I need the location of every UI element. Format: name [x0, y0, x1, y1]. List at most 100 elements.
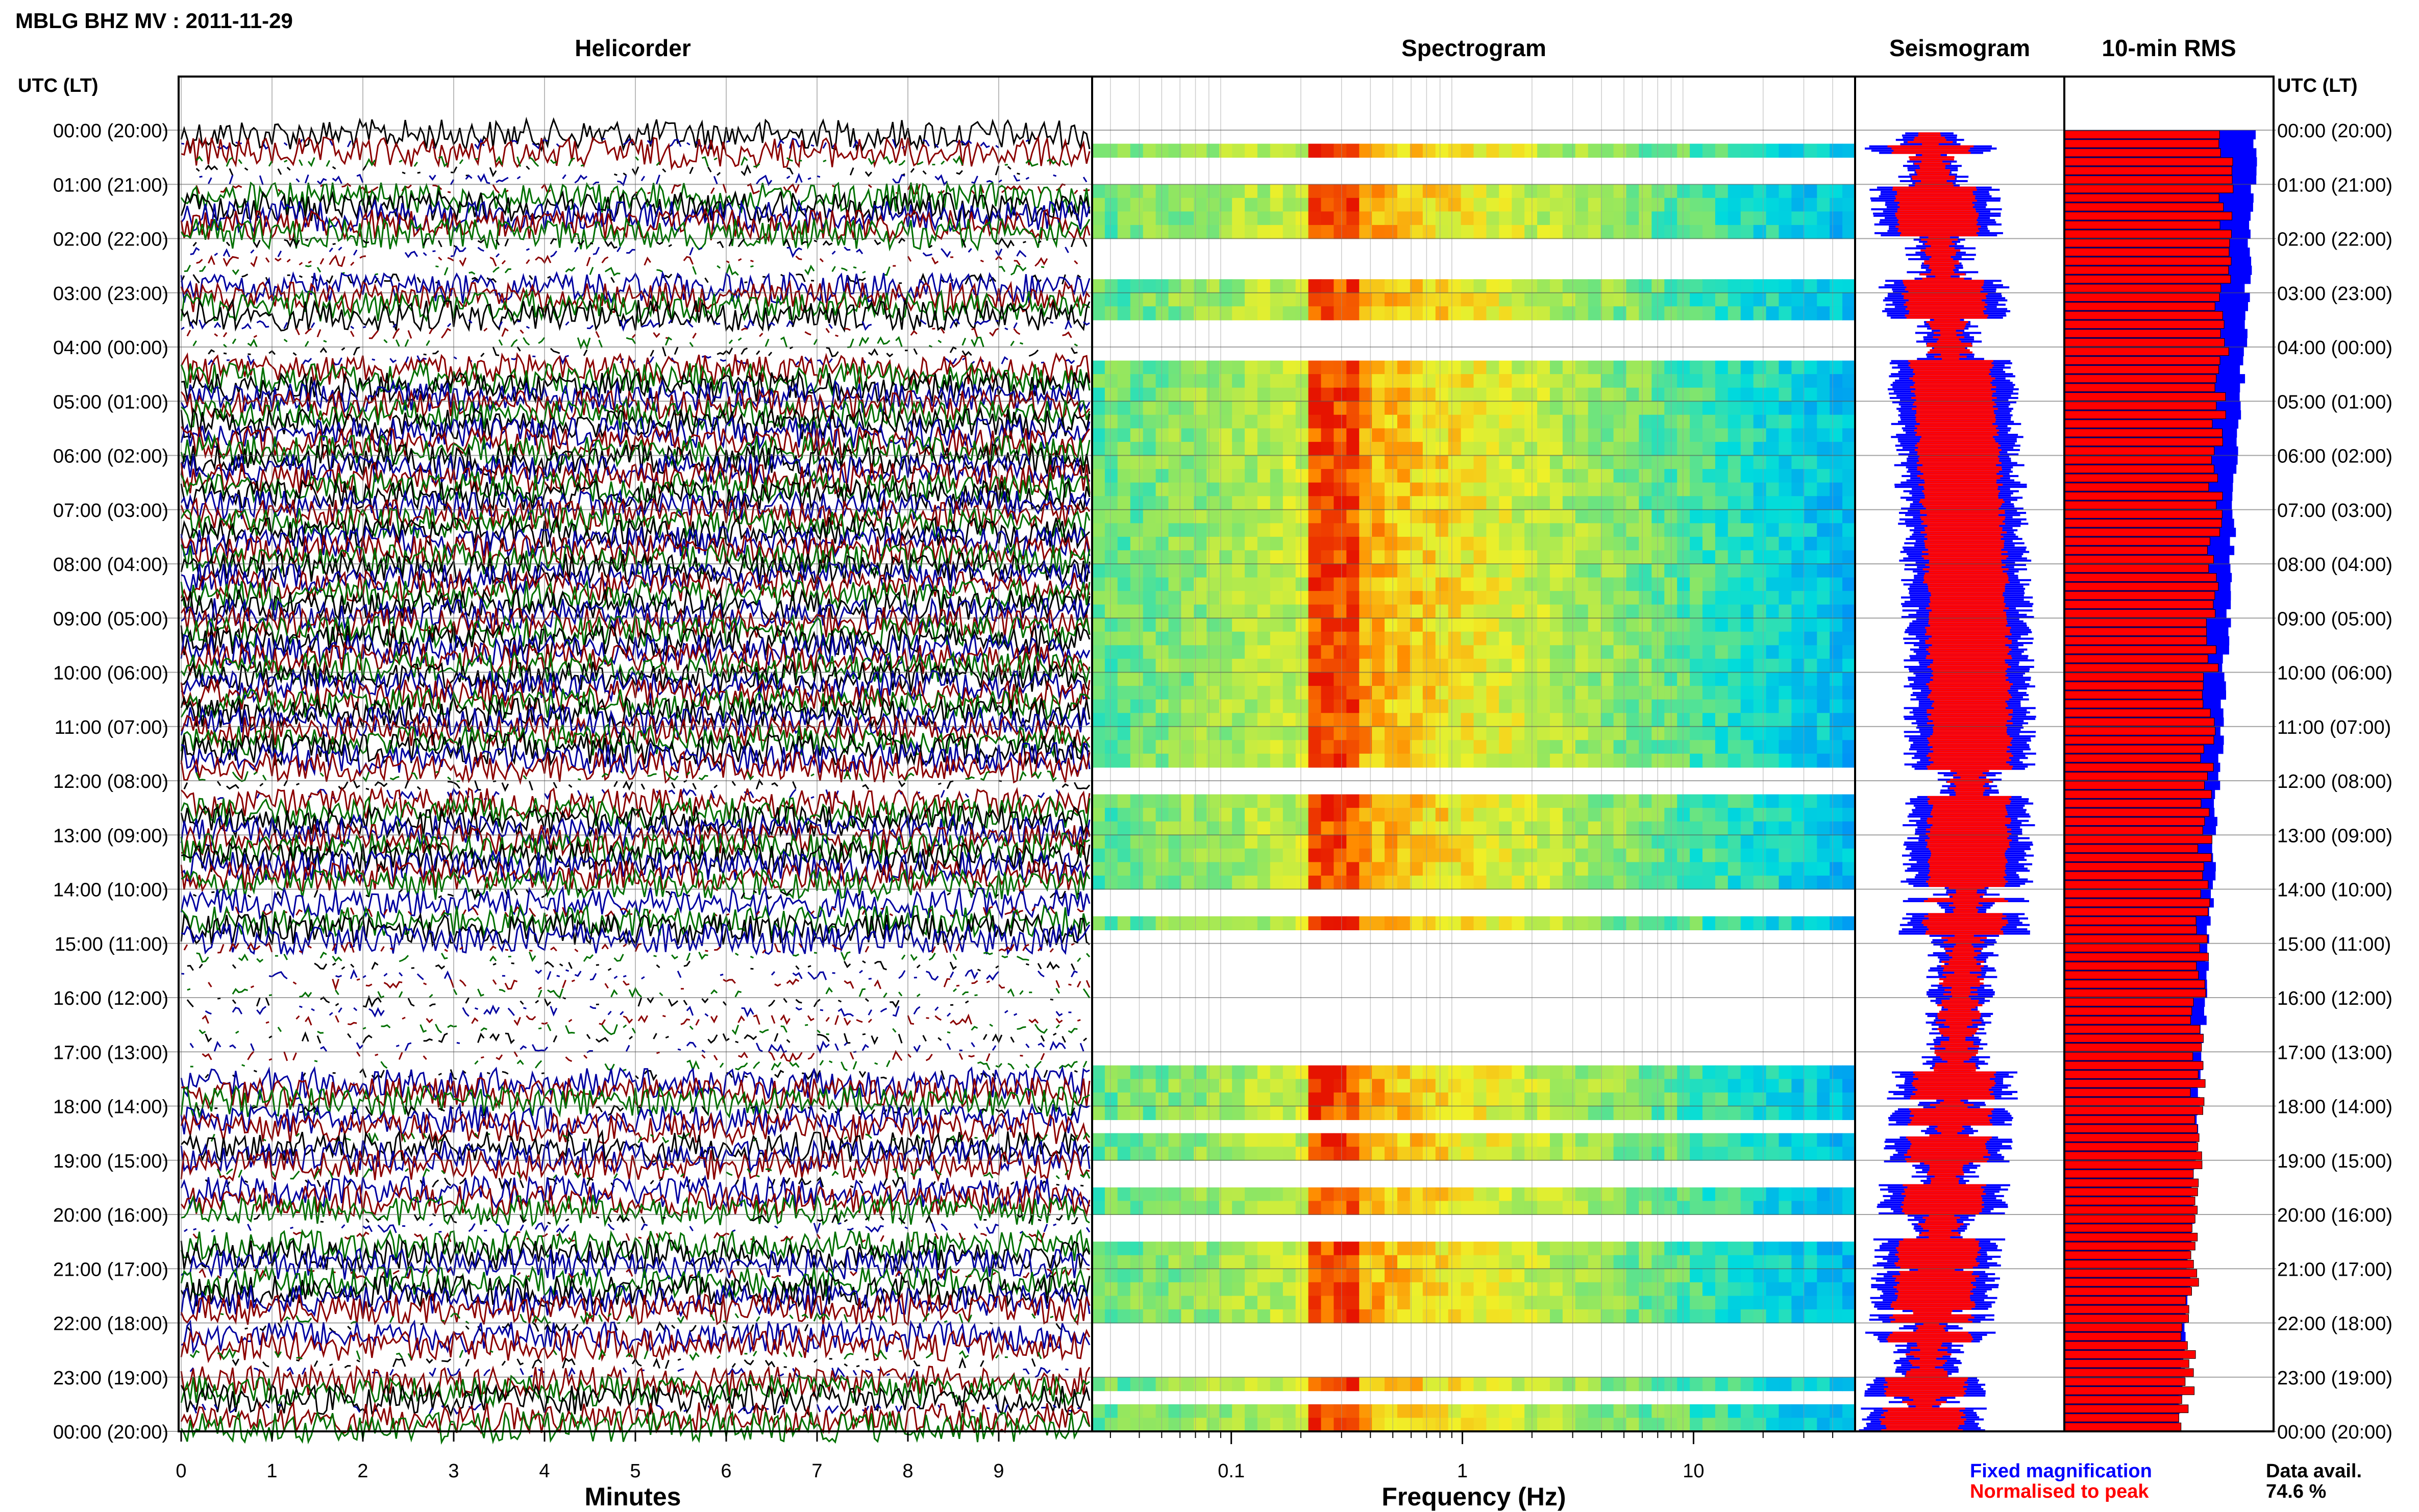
spectrogram-cell: [1715, 1201, 1729, 1215]
spectrogram-cell: [1766, 360, 1780, 375]
spectrogram-cell: [1486, 1079, 1500, 1093]
spectrogram-cell: [1422, 591, 1436, 605]
spectrogram-cell: [1257, 441, 1271, 456]
spectrogram-cell: [1804, 645, 1817, 659]
rms-bar-normalised: [2064, 184, 2234, 193]
spectrogram-cell: [1270, 279, 1283, 293]
rms-bar-normalised: [2064, 1377, 2186, 1386]
spectrogram-cell: [1473, 740, 1487, 754]
spectrogram-cell: [1461, 1201, 1474, 1215]
spectrogram-cell: [1804, 699, 1817, 713]
spectrogram-cell: [1562, 401, 1576, 415]
spectrogram-cell: [1346, 577, 1360, 591]
spectrogram-cell: [1550, 658, 1563, 673]
spectrogram-cell: [1537, 726, 1550, 741]
spectrogram-cell: [1588, 550, 1601, 564]
spectrogram-cell: [1270, 374, 1283, 388]
spectrogram-cell: [1104, 794, 1118, 808]
spectrogram-cell: [1130, 374, 1144, 388]
spectrogram-cell: [1817, 821, 1830, 836]
spectrogram-cell: [1461, 713, 1474, 727]
spectrogram-cell: [1702, 1092, 1716, 1107]
spectrogram-cell: [1385, 292, 1398, 307]
spectrogram-cell: [1372, 211, 1385, 226]
spectrogram-cell: [1168, 713, 1182, 727]
spectrogram-cell: [1715, 1418, 1729, 1432]
spectrogram-cell: [1104, 672, 1118, 686]
spectrogram-cell: [1791, 550, 1805, 564]
spectrogram-cell: [1422, 672, 1436, 686]
spectrogram-cell: [1512, 916, 1525, 930]
spectrogram-cell: [1397, 401, 1411, 415]
spectrogram-cell: [1842, 726, 1856, 741]
spectrogram-cell: [1130, 482, 1144, 497]
spectrogram-cell: [1143, 1296, 1156, 1310]
spectrogram-cell: [1512, 808, 1525, 822]
rms-bar-normalised: [2064, 826, 2203, 835]
spectrogram-cell: [1143, 875, 1156, 890]
spectrogram-cell: [1512, 374, 1525, 388]
spectrogram-cell: [1613, 184, 1627, 199]
spectrogram-cell: [1130, 658, 1144, 673]
spectrogram-cell: [1562, 374, 1576, 388]
spectrogram-cell: [1740, 1065, 1754, 1080]
spectrogram-cell: [1639, 645, 1652, 659]
rms-bar-normalised: [2064, 1061, 2204, 1070]
spectrogram-cell: [1092, 1404, 1105, 1419]
spectrogram-cell: [1766, 441, 1780, 456]
spectrogram-cell: [1639, 875, 1652, 890]
spectrogram-cell: [1791, 1147, 1805, 1161]
spectrogram-cell: [1130, 1269, 1144, 1283]
spectrogram-cell: [1219, 618, 1232, 632]
spectrogram-cell: [1385, 916, 1398, 930]
spectrogram-cell: [1499, 184, 1512, 199]
spectrogram-cell: [1092, 387, 1105, 402]
spectrogram-cell: [1461, 1404, 1474, 1419]
spectrogram-cell: [1702, 428, 1716, 442]
spectrogram-cell: [1321, 591, 1335, 605]
spectrogram-cell: [1524, 875, 1538, 890]
spectrogram-cell: [1779, 482, 1792, 497]
spectrogram-cell: [1435, 1065, 1449, 1080]
spectrogram-cell: [1372, 1079, 1385, 1093]
spectrogram-cell: [1727, 428, 1741, 442]
spectrogram-cell: [1155, 1377, 1169, 1392]
spectrogram-cell: [1740, 1092, 1754, 1107]
spectrogram-cell: [1372, 197, 1385, 212]
spectrogram-cell: [1295, 225, 1309, 239]
spectrogram-cell: [1702, 184, 1716, 199]
spectrogram-cell: [1219, 225, 1232, 239]
spectrogram-cell: [1512, 1133, 1525, 1147]
spectrogram-cell: [1092, 523, 1105, 537]
spectrogram-cell: [1257, 1092, 1271, 1107]
data-availability-label: Data avail.: [2266, 1460, 2362, 1482]
time-label-right: 13:00 (09:00): [2277, 825, 2392, 847]
spectrogram-cell: [1779, 658, 1792, 673]
spectrogram-cell: [1448, 577, 1462, 591]
spectrogram-cell: [1715, 862, 1729, 876]
spectrogram-cell: [1461, 1065, 1474, 1080]
spectrogram-cell: [1830, 591, 1843, 605]
spectrogram-cell: [1130, 835, 1144, 849]
spectrogram-cell: [1321, 197, 1335, 212]
spectrogram-cell: [1321, 658, 1335, 673]
spectrogram-cell: [1346, 672, 1360, 686]
spectrogram-cell: [1613, 292, 1627, 307]
spectrogram-cell: [1651, 1065, 1665, 1080]
spectrogram-cell: [1779, 1404, 1792, 1419]
spectrogram-cell: [1143, 1079, 1156, 1093]
spectrogram-cell: [1410, 455, 1423, 469]
spectrogram-cell: [1639, 374, 1652, 388]
spectrogram-cell: [1385, 1242, 1398, 1256]
spectrogram-cell: [1257, 672, 1271, 686]
spectrogram-cell: [1308, 197, 1322, 212]
spectrogram-cell: [1219, 1377, 1232, 1392]
spectrogram-cell: [1270, 848, 1283, 863]
rms-bar-normalised: [2064, 1260, 2194, 1269]
spectrogram-cell: [1842, 591, 1856, 605]
spectrogram-cell: [1168, 686, 1182, 700]
spectrogram-cell: [1562, 1147, 1576, 1161]
spectrogram-cell: [1740, 672, 1754, 686]
spectrogram-cell: [1321, 564, 1335, 578]
spectrogram-cell: [1372, 1282, 1385, 1297]
